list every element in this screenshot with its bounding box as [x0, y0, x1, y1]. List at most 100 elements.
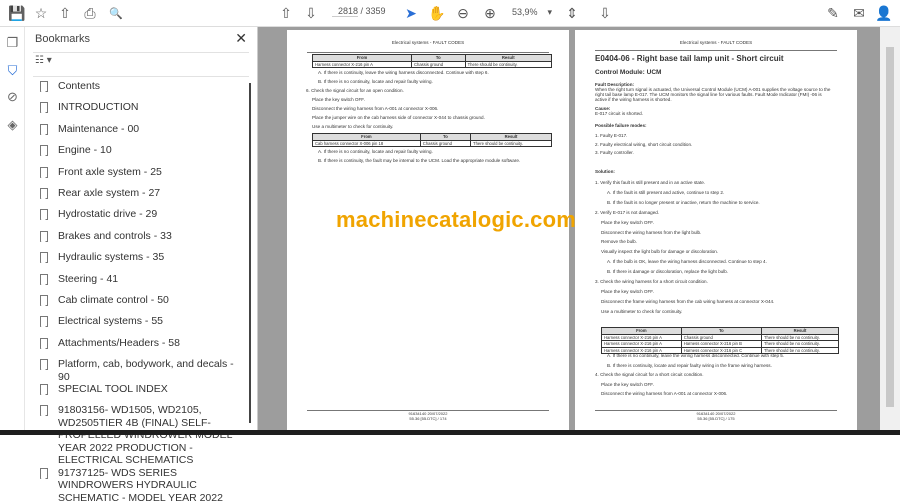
bookmark-item[interactable]: SPECIAL TOOL INDEX	[40, 383, 245, 404]
print-icon[interactable]: ⎙	[81, 4, 99, 22]
table-row: Harness connector X-216 pin A Chassis gro…	[312, 60, 553, 68]
scroll-mode-icon[interactable]: ⇩	[596, 4, 614, 22]
text-line: 4. Check the signal circuit for a short …	[595, 372, 704, 377]
text-line: Use a multimeter to check for continuity…	[601, 308, 683, 314]
page-number-input[interactable]	[332, 6, 358, 17]
layers-icon[interactable]: ◈	[4, 117, 21, 134]
fit-page-icon[interactable]: ⇕	[563, 4, 581, 22]
bookmark-icon	[40, 230, 48, 242]
table-cell: Cab harness connector X-006 pin 18	[312, 139, 421, 147]
bookmark-label: Brakes and controls - 33	[58, 229, 172, 242]
panel-scrollbar[interactable]	[249, 83, 251, 423]
bookmark-item[interactable]: Hydrostatic drive - 29	[40, 208, 245, 229]
next-page-icon[interactable]: ⇩	[302, 4, 320, 22]
solution-label: Solution:	[595, 169, 615, 174]
bookmark-item[interactable]: Front axle system - 25	[40, 166, 245, 187]
bookmark-label: 91803156- WD1505, WD2105, WD2505TIER 4B …	[58, 404, 233, 467]
table-cell: Harness connector X-216 pin A	[312, 60, 412, 68]
text-line: 1. Verify this fault is still present an…	[595, 180, 706, 185]
text-line: A. If the bulb is OK, leave the wiring h…	[607, 259, 767, 265]
star-icon[interactable]: ☆	[32, 4, 50, 22]
bookmark-icon	[40, 166, 48, 178]
mail-icon[interactable]: ✉	[850, 4, 868, 22]
user-icon[interactable]: 👤	[875, 4, 893, 22]
text-line: Place the key switch OFF.	[601, 219, 654, 225]
bookmark-label: Engine - 10	[58, 144, 112, 157]
page-navigator: / 3359	[332, 6, 386, 17]
cause-text: E-017 circuit is shorted.	[595, 111, 643, 116]
bookmark-item[interactable]: Contents	[40, 80, 245, 101]
bookmark-icon[interactable]: ⛉	[4, 63, 21, 80]
text-line: Place the key switch OFF.	[601, 381, 654, 387]
attachment-icon[interactable]: ⊘	[4, 89, 21, 106]
text-line: 6. Check the signal circuit for an open …	[306, 88, 404, 93]
upload-icon[interactable]: ⇧	[56, 4, 74, 22]
bookmark-item[interactable]: Platform, cab, bodywork, and decals - 90	[40, 358, 245, 383]
page-header: Electrical systems - FAULT CODES	[679, 40, 753, 45]
zoom-select[interactable]: 53,9% ▾	[512, 7, 552, 18]
table-cell: There should be continuity.	[470, 139, 552, 147]
pages-icon[interactable]: ❐	[4, 35, 21, 52]
text-line: B. If the fault is no longer present or …	[607, 199, 760, 205]
bookmark-icon	[40, 209, 48, 221]
table-cell: There should be continuity.	[464, 60, 553, 68]
control-module: Control Module: UCM	[595, 69, 662, 76]
bookmark-item[interactable]: Electrical systems - 55	[40, 315, 245, 336]
zoom-in-icon[interactable]: ⊕	[481, 4, 499, 22]
search-icon[interactable]: 🔍	[107, 4, 125, 22]
bookmark-icon	[40, 316, 48, 328]
bookmark-item[interactable]: 91803156- WD1505, WD2105, WD2505TIER 4B …	[40, 404, 245, 467]
table-cell: Chassis ground	[419, 139, 472, 147]
zoom-value: 53,9%	[512, 7, 538, 17]
table-row: Cab harness connector X-006 pin 18 Chassi…	[312, 139, 552, 147]
hand-tool-icon[interactable]: ✋	[428, 4, 446, 22]
footer-page: 55.36 [55.DTC] / 175	[697, 416, 735, 421]
bookmark-icon	[40, 102, 48, 114]
bookmark-icon	[40, 187, 48, 199]
bookmark-options-button[interactable]: ☷ ▾	[35, 55, 52, 66]
chevron-down-icon: ▾	[547, 7, 553, 17]
sign-icon[interactable]: ✎	[824, 4, 842, 22]
navigation-rail: ❐ ⛉ ⊘ ◈	[0, 27, 25, 435]
bookmark-item[interactable]: Hydraulic systems - 35	[40, 251, 245, 272]
bookmark-label: Platform, cab, bodywork, and decals - 90	[58, 358, 234, 383]
bookmark-label: INTRODUCTION	[58, 101, 139, 114]
zoom-out-icon[interactable]: ⊖	[454, 4, 472, 22]
bookmark-item[interactable]: INTRODUCTION	[40, 101, 245, 122]
previous-page-icon[interactable]: ⇧	[277, 4, 295, 22]
bookmark-item[interactable]: Engine - 10	[40, 144, 245, 165]
select-cursor-icon[interactable]: ➤	[402, 4, 420, 22]
bookmark-label: Front axle system - 25	[58, 165, 162, 178]
close-icon[interactable]: ✕	[235, 30, 247, 47]
bookmark-item[interactable]: Brakes and controls - 33	[40, 230, 245, 251]
bookmark-item[interactable]: Cab climate control - 50	[40, 294, 245, 315]
fault-text: active if the wiring harness is shorted.	[595, 97, 672, 102]
bookmark-item[interactable]: Steering - 41	[40, 273, 245, 294]
bookmark-icon	[40, 145, 48, 157]
scrollbar-thumb[interactable]	[886, 47, 894, 407]
text-line: Use a multimeter to check for continuity…	[312, 124, 394, 129]
text-line: 2. Verify E-017 is not damaged.	[595, 209, 660, 215]
footer-page: 55.36 [55.DTC] / 174	[409, 416, 447, 421]
taskbar	[0, 430, 900, 435]
save-icon[interactable]: 💾	[8, 4, 26, 22]
bookmark-icon	[40, 273, 48, 285]
bookmark-item[interactable]: Attachments/Headers - 58	[40, 337, 245, 358]
failure-mode: 1. Faulty E-017.	[595, 133, 628, 138]
bookmark-item[interactable]: Maintenance - 00	[40, 123, 245, 144]
bookmarks-panel: Bookmarks ✕ ☷ ▾ Contents INTRODUCTION Main…	[25, 27, 258, 504]
text-line: Visually inspect the light bulb for dama…	[601, 249, 719, 255]
text-line: Disconnect the frame wiring harness from…	[601, 298, 775, 304]
bookmark-icon	[40, 123, 48, 135]
text-line: Disconnect the wiring harness from A-001…	[601, 391, 728, 396]
failure-mode: 2. Faulty electrical wiring, short circu…	[595, 141, 693, 147]
bookmark-item[interactable]: Rear axle system - 27	[40, 187, 245, 208]
document-scrollbar[interactable]	[880, 27, 900, 430]
text-line: Remove the bulb.	[601, 239, 638, 245]
text-line: Place the key switch OFF.	[312, 97, 365, 102]
bookmark-list: Contents INTRODUCTION Maintenance - 00 Engi…	[40, 80, 245, 504]
bookmark-item[interactable]: 91737125- WDS SERIES WINDROWERS HYDRAULI…	[40, 467, 245, 504]
bookmark-icon	[40, 337, 48, 349]
page-header: Electrical systems - FAULT CODES	[391, 40, 465, 45]
text-line: A. If there is no continuity, leave the …	[607, 353, 785, 358]
